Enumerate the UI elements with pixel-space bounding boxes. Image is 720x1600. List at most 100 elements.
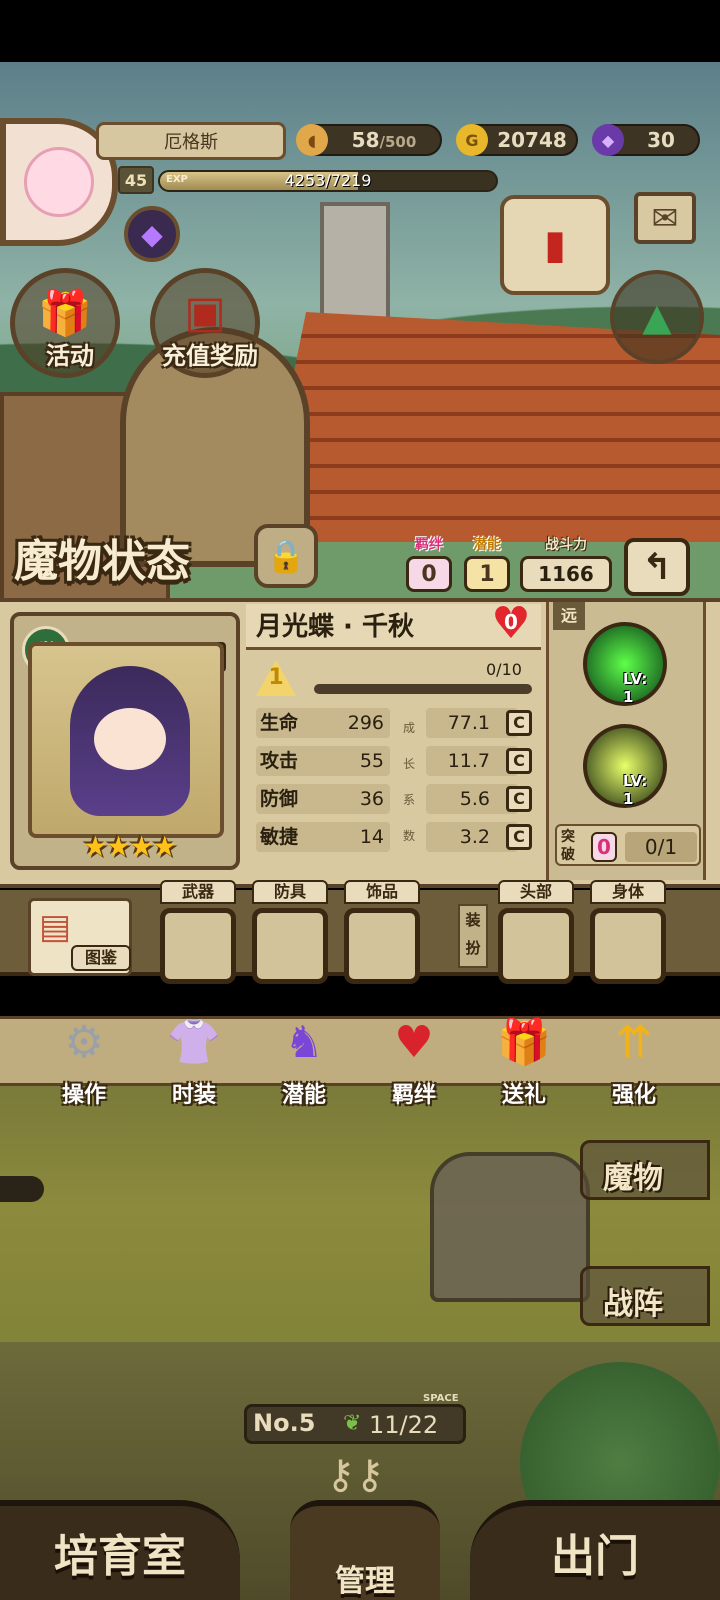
dress-up-label: 装扮 — [458, 904, 488, 968]
upgrade-arrows-icon: ⇈ — [615, 1016, 653, 1068]
range-tag: 远 — [553, 602, 585, 630]
stat-growth: 11.7 — [426, 746, 518, 776]
monster-face — [94, 708, 166, 770]
potential-stat: 潜能 1 — [464, 534, 510, 592]
gear-icon: ⚙ — [64, 1016, 104, 1068]
lock-button[interactable]: 🔒 — [254, 524, 318, 588]
topup-label: 充值奖励 — [162, 342, 258, 370]
gem-counter[interactable]: ◆ 30 — [592, 124, 700, 156]
stat-grade: C — [506, 710, 532, 736]
stat-row-defense: 防御 36 5.6 C — [256, 784, 536, 816]
operate-button[interactable]: ⚙ 操作 — [34, 1000, 134, 1110]
action-label: 羁绊 — [391, 1083, 436, 1108]
monsters-nav-button[interactable]: 魔物 — [580, 1140, 710, 1200]
breakthrough-count: 0 — [591, 832, 617, 862]
space-label: SPACE — [423, 1393, 459, 1404]
stat-row-attack: 攻击 55 11.7 C — [256, 746, 536, 778]
power-stat: 战斗力 1166 — [520, 534, 612, 592]
return-arrow-icon: ↰ — [641, 546, 673, 588]
quest-scroll-icon[interactable]: ▮ — [500, 195, 610, 295]
gold-counter[interactable]: G 20748 — [456, 124, 578, 156]
go-out-button[interactable]: 出门 — [470, 1500, 720, 1600]
manage-button[interactable]: 管理 — [290, 1500, 440, 1600]
breakthrough-box[interactable]: 突破 0 0/1 — [555, 824, 701, 866]
heart-count: 0 — [504, 610, 518, 634]
event-button[interactable]: 🎁 活动 — [10, 268, 120, 378]
padlock-icon: 🔒 — [266, 537, 306, 575]
bond-value: 0 — [406, 556, 452, 592]
player-name: 厄格斯 — [96, 122, 286, 160]
potential-icon: ♞ — [284, 1016, 324, 1068]
potential-value: 1 — [464, 556, 510, 592]
open-book-icon: ▤ — [39, 907, 72, 947]
gold-value: 20748 — [497, 128, 567, 152]
stat-grade: C — [506, 748, 532, 774]
stat-growth: 3.2 — [426, 822, 518, 852]
go-out-label: 出门 — [551, 1531, 639, 1582]
upgrade-button[interactable]: ⇈ 强化 — [584, 1000, 684, 1110]
treasure-chest-icon: ▣ — [184, 287, 226, 338]
handbook-label: 图鉴 — [71, 945, 131, 971]
stat-value: 296 — [347, 712, 384, 734]
armor-slot[interactable] — [252, 908, 328, 984]
stamina-value: 58 — [351, 128, 380, 152]
head-slot[interactable] — [498, 908, 574, 984]
stamina-counter[interactable]: ◖ 58/500 — [296, 124, 442, 156]
potential-label: 潜能 — [473, 537, 501, 553]
stat-grade: C — [506, 786, 532, 812]
panel-title: 魔物状态 — [14, 536, 190, 587]
stat-growth: 77.1 — [426, 708, 518, 738]
bond-label: 羁绊 — [415, 537, 443, 553]
monster-chest[interactable] — [430, 1152, 590, 1302]
exp-bar: EXP 4253/7219 — [158, 170, 498, 192]
bond-button[interactable]: ♥ 羁绊 — [364, 1000, 464, 1110]
stat-row-hp: 生命 296 77.1 C — [256, 708, 536, 740]
level-icon: 1 — [256, 660, 296, 696]
power-label: 战斗力 — [545, 537, 587, 553]
star-rating: ★★★★ — [82, 830, 177, 863]
formation-nav-button[interactable]: 战阵 — [580, 1266, 710, 1326]
skill-level: LV: 1 — [623, 670, 648, 706]
growth-coefficient-label: 成长系数 — [402, 721, 415, 843]
left-drawer-tab[interactable] — [0, 1176, 44, 1202]
stamina-max: /500 — [379, 133, 417, 151]
slot-label: 防具 — [252, 880, 328, 904]
potential-button[interactable]: ♞ 潜能 — [254, 1000, 354, 1110]
fashion-button[interactable]: 👚 时装 — [144, 1000, 244, 1110]
stat-value: 36 — [359, 788, 384, 810]
breakthrough-label: 突破 — [561, 829, 575, 863]
topup-reward-button[interactable]: ▣ 充值奖励 — [150, 268, 260, 378]
outfit-icon: 👚 — [166, 1017, 222, 1068]
stat-row-agility: 敏捷 14 3.2 C — [256, 822, 536, 854]
accessory-slot[interactable] — [344, 908, 420, 984]
nursery-button[interactable]: 培育室 — [0, 1500, 240, 1600]
back-button[interactable]: ↰ — [624, 538, 690, 596]
gift-button[interactable]: 🎁 送礼 — [474, 1000, 574, 1110]
body-slot[interactable] — [590, 908, 666, 984]
counter-number: No.5 — [253, 1409, 315, 1437]
bond-stat: 羁绊 0 — [406, 534, 452, 592]
handbook-button[interactable]: ▤ 图鉴 — [28, 898, 132, 976]
stat-value: 14 — [359, 826, 384, 848]
counter-prefix: No. — [253, 1409, 299, 1437]
envelope-icon: ✉ — [651, 199, 679, 237]
gem-plus-icon: ◆ — [141, 217, 163, 251]
add-gem-button[interactable]: ◆ — [124, 206, 180, 262]
level-progress-bar — [314, 684, 532, 694]
action-label: 强化 — [611, 1083, 656, 1108]
backpack-icon[interactable]: ▲ — [610, 270, 704, 364]
skill-butterfly-icon[interactable]: LV: 1 — [583, 622, 667, 706]
monster-portrait[interactable] — [28, 642, 224, 838]
power-value: 1166 — [520, 556, 612, 592]
slot-label: 饰品 — [344, 880, 420, 904]
weapon-slot[interactable] — [160, 908, 236, 984]
portrait-frame: ❦ C ★★★★ — [10, 612, 240, 870]
skill-shield-icon[interactable]: LV: 1 — [583, 724, 667, 808]
action-label: 时装 — [171, 1083, 216, 1108]
event-label: 活动 — [46, 342, 94, 370]
nursery-label: 培育室 — [54, 1531, 186, 1582]
mail-button[interactable]: ✉ — [634, 192, 696, 244]
manage-label: 管理 — [335, 1564, 395, 1599]
action-label: 送礼 — [501, 1083, 546, 1108]
bread-icon: ◖ — [296, 124, 328, 156]
